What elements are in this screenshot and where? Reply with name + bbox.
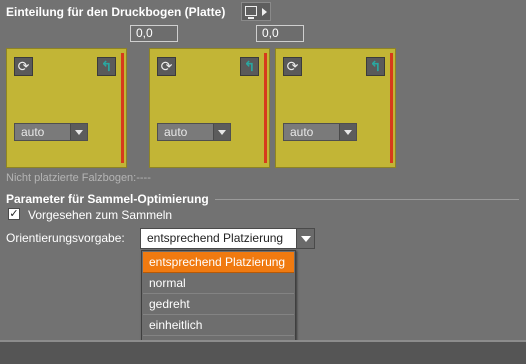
orientation-option[interactable]: entsprechend Platzierung bbox=[143, 252, 294, 273]
orientation-select[interactable]: entsprechend Platzierung bbox=[140, 228, 315, 249]
sheet-view-button[interactable] bbox=[241, 2, 271, 21]
chevron-down-icon[interactable] bbox=[339, 124, 356, 140]
collect-checkbox-label[interactable]: Vorgesehen zum Sammeln bbox=[28, 208, 172, 222]
sheet-slot-1[interactable]: ⟳ ↰ auto bbox=[6, 48, 127, 168]
orientation-icon[interactable]: ↰ bbox=[240, 57, 259, 76]
sheet-edge-marker bbox=[264, 53, 267, 163]
orientation-icon[interactable]: ↰ bbox=[97, 57, 116, 76]
orientation-select-value: entsprechend Platzierung bbox=[147, 231, 284, 245]
monitor-icon bbox=[245, 6, 257, 19]
sheet-slot-2-select[interactable]: auto bbox=[157, 123, 231, 141]
panel-bottom-edge bbox=[0, 340, 526, 364]
sheet-slot-1-select[interactable]: auto bbox=[14, 123, 88, 141]
sheet-slot-3-select[interactable]: auto bbox=[283, 123, 357, 141]
orientation-label: Orientierungsvorgabe: bbox=[6, 231, 125, 245]
select-value: auto bbox=[21, 125, 45, 139]
sheet-slot-3[interactable]: ⟳ ↰ auto bbox=[275, 48, 396, 168]
chevron-down-icon[interactable] bbox=[213, 124, 230, 140]
orientation-option[interactable]: normal bbox=[143, 273, 294, 294]
rotate-icon[interactable]: ⟳ bbox=[283, 57, 302, 76]
offset-right-field[interactable]: 0,0 bbox=[256, 25, 304, 42]
collect-section-title: Parameter für Sammel-Optimierung bbox=[6, 192, 209, 206]
offset-left-field[interactable]: 0,0 bbox=[130, 25, 178, 42]
orientation-option[interactable]: gedreht bbox=[143, 294, 294, 315]
select-value: auto bbox=[164, 125, 188, 139]
select-value: auto bbox=[290, 125, 314, 139]
orientation-option[interactable]: einheitlich bbox=[143, 315, 294, 336]
sheet-edge-marker bbox=[121, 53, 124, 163]
sheet-edge-marker bbox=[390, 53, 393, 163]
menu-arrow-icon bbox=[262, 8, 267, 16]
chevron-down-icon[interactable] bbox=[70, 124, 87, 140]
rotate-icon[interactable]: ⟳ bbox=[14, 57, 33, 76]
unplaced-folds-label: Nicht platzierte Falzbogen:---- bbox=[6, 172, 151, 184]
collect-checkbox[interactable]: ✓ bbox=[8, 208, 20, 220]
chevron-down-icon[interactable] bbox=[296, 229, 314, 248]
orientation-icon[interactable]: ↰ bbox=[366, 57, 385, 76]
rotate-icon[interactable]: ⟳ bbox=[157, 57, 176, 76]
section-divider bbox=[215, 199, 519, 200]
section-title-layout: Einteilung für den Druckbogen (Platte) bbox=[6, 5, 226, 19]
sheet-slot-2[interactable]: ⟳ ↰ auto bbox=[149, 48, 270, 168]
